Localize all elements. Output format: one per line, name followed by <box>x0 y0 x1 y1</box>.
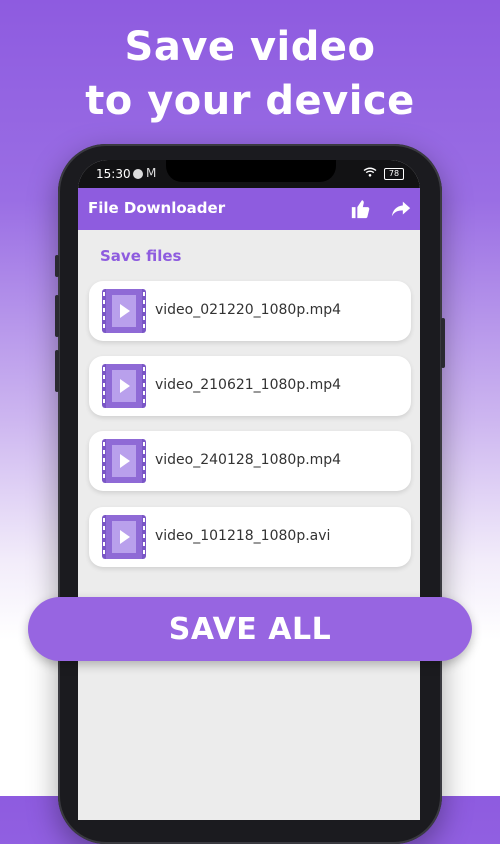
app-title: File Downloader <box>88 199 226 217</box>
status-time: 15:30 <box>96 167 131 181</box>
headline-line-1: Save video <box>124 24 376 70</box>
video-file-icon <box>102 289 146 333</box>
phone-volume-up-button <box>55 295 59 337</box>
like-icon[interactable] <box>350 198 372 220</box>
section-title: Save files <box>100 247 182 265</box>
camera-notch <box>166 160 336 182</box>
file-name: video_021220_1080p.mp4 <box>155 302 342 318</box>
mail-icon: M <box>146 166 157 180</box>
status-bar: 15:30 M 78 <box>78 160 420 188</box>
file-name: video_210621_1080p.mp4 <box>155 377 342 393</box>
phone-side-button <box>55 255 59 277</box>
promo-headline: Save video to your device <box>0 20 500 128</box>
battery-indicator: 78 <box>384 168 404 180</box>
file-list-item[interactable]: video_240128_1080p.mp4 <box>89 431 411 491</box>
phone-screen: 15:30 M 78 File Downloader Save files vi… <box>78 160 420 820</box>
file-list-item[interactable]: video_101218_1080p.avi <box>89 507 411 567</box>
video-file-icon <box>102 439 146 483</box>
video-file-icon <box>102 515 146 559</box>
headline-line-2: to your device <box>85 78 415 124</box>
wifi-icon <box>363 167 377 177</box>
save-all-button[interactable]: SAVE ALL <box>28 597 472 661</box>
notification-dot-icon <box>133 169 143 179</box>
phone-volume-down-button <box>55 350 59 392</box>
file-list-item[interactable]: video_210621_1080p.mp4 <box>89 356 411 416</box>
app-bar: File Downloader <box>78 188 420 230</box>
file-name: video_101218_1080p.avi <box>155 528 331 544</box>
share-icon[interactable] <box>390 198 412 220</box>
phone-power-button <box>441 318 445 368</box>
file-list-item[interactable]: video_021220_1080p.mp4 <box>89 281 411 341</box>
video-file-icon <box>102 364 146 408</box>
file-name: video_240128_1080p.mp4 <box>155 452 342 468</box>
